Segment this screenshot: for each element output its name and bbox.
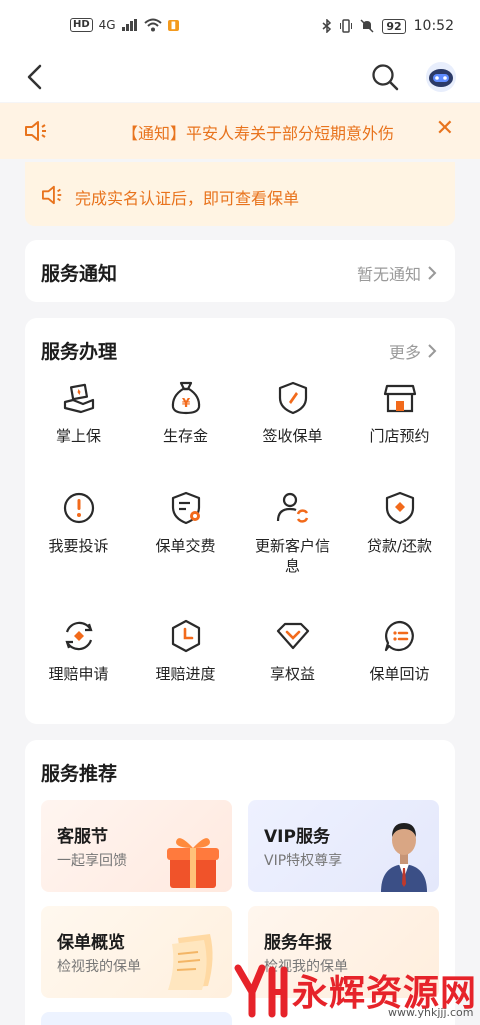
rec-title: 保单概览 <box>57 933 125 953</box>
assistant-robot-icon[interactable] <box>424 60 458 94</box>
chevron-right-icon <box>428 266 437 280</box>
network-indicator: 4G <box>98 18 116 32</box>
notice-text[interactable]: 【通知】平安人寿关于部分短期意外伤 <box>122 120 394 144</box>
signal-icon <box>121 19 137 31</box>
clock: 10:52 <box>413 18 454 34</box>
service-label: 保单回访 <box>369 665 430 683</box>
notice-bar[interactable]: 【通知】平安人寿关于部分短期意外伤 ✕ <box>0 103 480 159</box>
nav-bar <box>0 52 480 102</box>
service-rights[interactable]: 享权益 <box>239 618 346 684</box>
service-label: 保单交费 <box>155 537 216 555</box>
service-label: 我要投诉 <box>48 537 109 555</box>
policy-payment-icon <box>171 491 200 525</box>
close-icon[interactable]: ✕ <box>436 117 454 141</box>
service-handling-card: 服务办理 更多 掌上保 ¥ 生存金 签收保单 门店预约 我要投诉 保单交费 更新… <box>25 318 455 724</box>
service-update-customer[interactable]: 更新客户信息 <box>239 490 346 576</box>
service-notice-status[interactable]: 暂无通知 <box>357 261 437 285</box>
palm-insurance-icon <box>63 383 94 414</box>
service-label: 更新客户信息 <box>254 537 330 575</box>
watermark: 永辉资源网 www.yhkjjj.com <box>228 958 478 1019</box>
service-label: 理赔申请 <box>48 665 109 683</box>
auth-text: 完成实名认证后，即可查看保单 <box>75 189 300 208</box>
status-left: HD 4G ▮ <box>70 18 180 32</box>
watermark-logo <box>234 964 288 1018</box>
service-policy-revisit[interactable]: 保单回访 <box>346 618 453 684</box>
service-label: 签收保单 <box>262 427 323 445</box>
loan-icon <box>385 491 414 525</box>
real-name-auth-banner[interactable]: 完成实名认证后，即可查看保单 <box>25 162 455 226</box>
service-claim-apply[interactable]: 理赔申请 <box>25 618 132 684</box>
service-label: 生存金 <box>162 427 208 445</box>
service-complaint[interactable]: 我要投诉 <box>25 490 132 556</box>
service-survival-fund[interactable]: ¥ 生存金 <box>132 380 239 446</box>
wifi-icon <box>143 18 162 32</box>
service-handling-title: 服务办理 <box>41 341 118 363</box>
svg-text:¥: ¥ <box>181 396 190 410</box>
speaker-icon <box>42 185 62 205</box>
service-notice-card[interactable]: 服务通知 暂无通知 <box>25 240 455 302</box>
service-loan[interactable]: 贷款/还款 <box>346 490 453 556</box>
rec-sub: VIP特权尊享 <box>264 853 343 869</box>
hd-indicator: HD <box>70 18 93 32</box>
sign-policy-icon <box>278 381 307 415</box>
back-icon[interactable] <box>20 60 50 94</box>
status-bar: HD 4G ▮ 92 10:52 <box>0 0 480 52</box>
policy-document-icon <box>168 934 213 990</box>
store-icon <box>383 384 416 413</box>
mute-icon <box>360 19 374 33</box>
rec-title: 服务年报 <box>264 933 332 953</box>
claim-progress-icon <box>171 619 200 653</box>
service-label: 享权益 <box>269 665 315 683</box>
rec-tile-vip-service[interactable]: VIP服务 VIP特权尊享 <box>248 800 439 892</box>
more-text: 更多 <box>388 343 421 362</box>
service-sign-policy[interactable]: 签收保单 <box>239 380 346 446</box>
service-notice-status-text: 暂无通知 <box>356 265 421 284</box>
service-label: 掌上保 <box>55 427 101 445</box>
status-right: 92 10:52 <box>322 18 454 34</box>
service-store-booking[interactable]: 门店预约 <box>346 380 453 446</box>
chevron-right-icon <box>428 344 437 358</box>
service-policy-payment[interactable]: 保单交费 <box>132 490 239 556</box>
watermark-url: www.yhkjjj.com <box>388 1006 474 1019</box>
service-label: 理赔进度 <box>155 665 216 683</box>
money-bag-icon: ¥ <box>171 381 200 415</box>
more-link[interactable]: 更多 <box>389 339 437 363</box>
service-recommend-title: 服务推荐 <box>41 763 118 785</box>
rec-tile-partial[interactable] <box>41 1012 232 1025</box>
vibrate-icon <box>340 19 353 33</box>
rec-title: 客服节 <box>57 827 108 847</box>
notification-dot-icon: ▮ <box>167 19 180 31</box>
vip-host-avatar <box>381 823 427 892</box>
rec-title: VIP服务 <box>264 827 330 847</box>
claim-apply-icon <box>64 621 93 651</box>
rec-tile-service-festival[interactable]: 客服节 一起享回馈 <box>41 800 232 892</box>
rec-tile-policy-overview[interactable]: 保单概览 检视我的保单 <box>41 906 232 998</box>
service-palm-insurance[interactable]: 掌上保 <box>25 380 132 446</box>
rights-icon <box>276 622 309 650</box>
update-customer-icon <box>276 492 308 523</box>
speaker-icon <box>25 121 46 141</box>
bluetooth-icon <box>322 19 332 33</box>
gift-box-icon <box>167 838 219 888</box>
service-label: 门店预约 <box>369 427 430 445</box>
policy-revisit-icon <box>384 620 414 652</box>
search-icon[interactable] <box>370 62 400 92</box>
rec-sub: 一起享回馈 <box>57 853 127 869</box>
rec-sub: 检视我的保单 <box>57 959 141 975</box>
service-claim-progress[interactable]: 理赔进度 <box>132 618 239 684</box>
complaint-icon <box>63 492 94 524</box>
service-notice-title: 服务通知 <box>41 263 118 285</box>
battery-indicator: 92 <box>382 18 406 34</box>
service-label: 贷款/还款 <box>366 537 433 555</box>
